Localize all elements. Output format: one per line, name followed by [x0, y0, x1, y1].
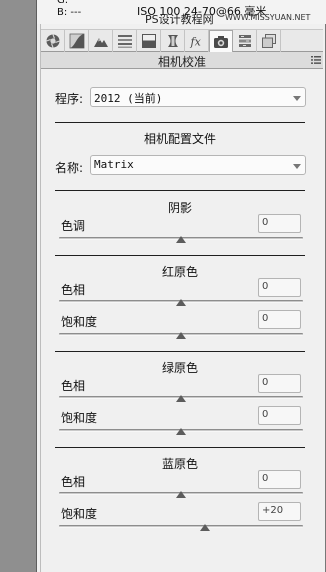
blue-saturation-slider[interactable]	[59, 525, 303, 528]
profile-name-value: Matrix	[94, 158, 134, 171]
lens-icon	[167, 35, 178, 47]
section-header: 相机校准	[41, 52, 323, 69]
camera-calibration-panel: G: B: --- ISO 100 24-70@66 毫米 PS设计教程网 WW…	[36, 0, 326, 572]
panel-menu-icon[interactable]	[311, 56, 321, 64]
blue-saturation-input[interactable]: +20	[258, 502, 301, 521]
chevron-down-icon	[293, 96, 301, 101]
svg-text:fx: fx	[189, 36, 201, 49]
snapshots-icon	[261, 34, 276, 48]
green-hue-label: 色相	[61, 379, 86, 393]
rgb-b-readout: B: ---	[57, 7, 81, 18]
red-hue-slider-thumb[interactable]	[176, 299, 186, 306]
panel-inner-edge	[40, 0, 41, 572]
image-info-header: G: B: --- ISO 100 24-70@66 毫米 PS设计教程网 WW…	[37, 0, 326, 26]
shadows-tint-label: 色调	[61, 219, 86, 233]
process-label: 程序:	[55, 92, 84, 106]
divider	[55, 447, 305, 448]
lens-corrections-tab[interactable]	[161, 30, 185, 52]
divider	[55, 190, 305, 191]
chevron-down-icon	[293, 164, 301, 169]
red-hue-label: 色相	[61, 283, 86, 297]
hsl-grayscale-tab[interactable]	[113, 30, 137, 52]
red-hue-input[interactable]: 0	[258, 278, 301, 297]
panel-title: 相机校准	[157, 55, 206, 69]
profile-heading: 相机配置文件	[143, 132, 216, 146]
watermark-en: WWW.MISSYUAN.NET	[225, 13, 311, 22]
blue-hue-input[interactable]: 0	[258, 470, 301, 489]
watermark-cn: PS设计教程网	[145, 13, 214, 26]
split-tone-icon	[141, 34, 156, 48]
effects-tab[interactable]: fx	[185, 30, 209, 52]
camera-calibration-tab[interactable]	[209, 30, 233, 52]
presets-tab[interactable]	[233, 30, 257, 52]
fx-icon: fx	[189, 36, 201, 49]
split-toning-tab[interactable]	[137, 30, 161, 52]
presets-icon	[238, 35, 251, 47]
divider	[55, 351, 305, 352]
blue-saturation-slider-thumb[interactable]	[200, 524, 211, 531]
red-saturation-label: 饱和度	[61, 315, 98, 329]
divider	[55, 122, 305, 123]
blue-saturation-label: 饱和度	[61, 507, 98, 521]
process-value: 2012 (当前)	[94, 92, 163, 105]
tone-curve-tab[interactable]	[65, 30, 89, 52]
mountain-icon	[93, 38, 108, 47]
aperture-icon	[45, 34, 60, 48]
snapshots-tab[interactable]	[257, 30, 281, 52]
green-hue-slider-thumb[interactable]	[176, 395, 186, 402]
panel-tab-toolbar: fx	[41, 29, 323, 52]
red-saturation-input[interactable]: 0	[258, 310, 301, 329]
hsl-tab[interactable]	[89, 30, 113, 52]
tone-curve-icon	[69, 33, 84, 49]
left-gutter	[0, 0, 36, 572]
green-saturation-input[interactable]: 0	[258, 406, 301, 425]
profile-name-dropdown[interactable]: Matrix	[90, 155, 306, 175]
shadows-tint-slider-thumb[interactable]	[176, 236, 186, 243]
rgb-b-value: ---	[70, 7, 82, 18]
shadows-tint-input[interactable]: 0	[258, 214, 301, 233]
green-hue-input[interactable]: 0	[258, 374, 301, 393]
profile-name-label: 名称:	[55, 161, 84, 175]
camera-icon	[214, 35, 228, 48]
green-saturation-slider-thumb[interactable]	[176, 428, 186, 435]
basic-tab[interactable]	[41, 30, 65, 52]
green-saturation-label: 饱和度	[61, 411, 98, 425]
process-dropdown[interactable]: 2012 (当前)	[90, 87, 306, 107]
blue-hue-slider-thumb[interactable]	[176, 491, 186, 498]
divider	[55, 255, 305, 256]
red-saturation-slider-thumb[interactable]	[176, 332, 186, 339]
hsl-bars-icon	[117, 35, 132, 48]
blue-hue-label: 色相	[61, 475, 86, 489]
rgb-b-label: B:	[57, 7, 68, 18]
rgb-g-label: G:	[57, 0, 69, 6]
